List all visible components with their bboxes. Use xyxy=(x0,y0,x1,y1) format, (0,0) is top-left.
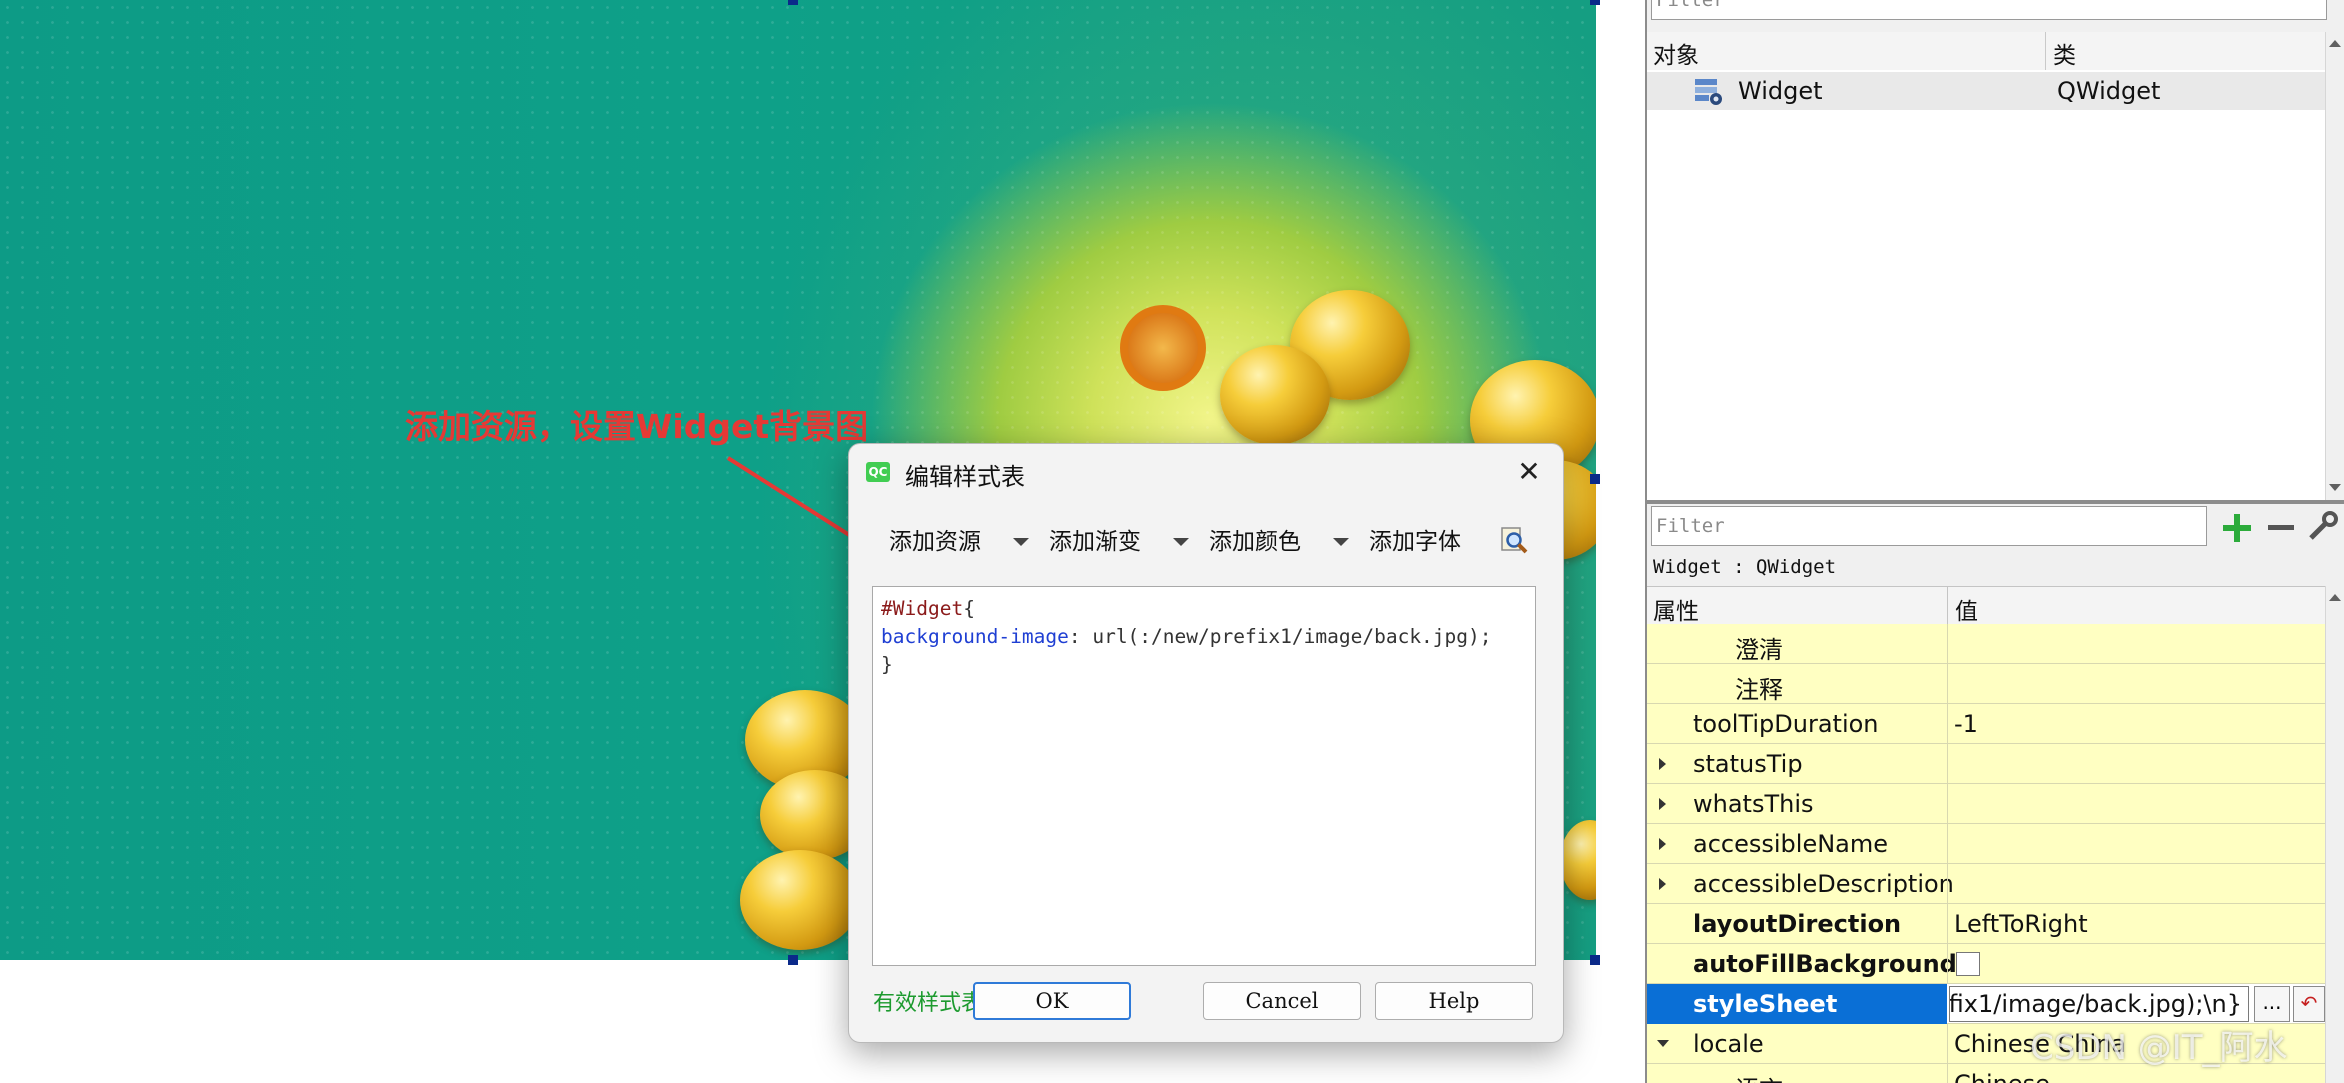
property-name: layoutDirection xyxy=(1693,910,1902,938)
add-resource-button[interactable]: 添加资源 xyxy=(889,522,981,562)
property-name: locale xyxy=(1693,1030,1764,1058)
panel-divider[interactable] xyxy=(1647,500,2344,504)
remove-property-icon[interactable] xyxy=(2263,510,2297,544)
dialog-title: 编辑样式表 xyxy=(905,463,1025,491)
expand-arrow-icon[interactable] xyxy=(1659,798,1666,810)
stylesheet-editor[interactable]: #Widget{ background-image: url(:/new/pre… xyxy=(872,586,1536,966)
scroll-up-icon[interactable] xyxy=(2329,594,2341,601)
auto-fill-checkbox[interactable] xyxy=(1956,952,1980,976)
property-row-selected[interactable]: styleSheet refix1/image/back.jpg);\n} ..… xyxy=(1647,984,2327,1024)
add-gradient-button[interactable]: 添加渐变 xyxy=(1049,522,1141,562)
property-value[interactable]: LeftToRight xyxy=(1954,910,2088,938)
collapse-arrow-icon[interactable] xyxy=(1657,1040,1669,1047)
stylesheet-dialog: QC 编辑样式表 ✕ 添加资源 添加渐变 添加颜色 添加字体 #Widget{ … xyxy=(848,443,1564,1043)
add-font-button[interactable]: 添加字体 xyxy=(1369,522,1461,562)
column-object[interactable]: 对象 xyxy=(1653,36,1699,70)
chevron-down-icon[interactable] xyxy=(1333,538,1349,546)
object-scrollbar[interactable] xyxy=(2325,32,2344,500)
property-value[interactable]: Chinese xyxy=(1954,1070,2050,1083)
scroll-up-icon[interactable] xyxy=(2329,40,2341,47)
property-name: 语言 xyxy=(1735,1070,1783,1083)
property-filter-input[interactable]: Filter xyxy=(1651,506,2207,546)
property-name: 澄清 xyxy=(1735,636,1783,664)
object-tree: Widget QWidget xyxy=(1647,70,2327,502)
property-caption: Widget : QWidget xyxy=(1653,556,1837,578)
add-property-icon[interactable] xyxy=(2219,510,2253,544)
property-list: 澄清 注释 toolTipDuration -1 statusTip whats… xyxy=(1647,624,2327,1083)
cancel-button[interactable]: Cancel xyxy=(1203,982,1361,1020)
code-property: background-image xyxy=(881,625,1069,648)
expand-arrow-icon[interactable] xyxy=(1659,838,1666,850)
stylesheet-value-field[interactable]: refix1/image/back.jpg);\n} xyxy=(1949,986,2249,1022)
property-row[interactable]: accessibleDescription xyxy=(1647,864,2327,904)
property-header: 属性 值 xyxy=(1647,586,2327,626)
valid-stylesheet-label: 有效样式表 xyxy=(873,991,984,1016)
object-class: QWidget xyxy=(2057,77,2161,105)
qt-creator-icon: QC xyxy=(866,462,890,482)
code-close-brace: } xyxy=(881,653,893,676)
property-row[interactable]: toolTipDuration -1 xyxy=(1647,704,2327,744)
right-panel: Filter 对象 类 Widget QWidget Filter Widget… xyxy=(1645,0,2344,1083)
property-row[interactable]: statusTip xyxy=(1647,744,2327,784)
help-button[interactable]: Help xyxy=(1375,982,1533,1020)
code-open-brace: { xyxy=(963,597,975,620)
property-name: whatsThis xyxy=(1693,790,1814,818)
object-name: Widget xyxy=(1738,77,1823,105)
expand-arrow-icon[interactable] xyxy=(1659,878,1666,890)
magnifier-icon[interactable] xyxy=(1499,526,1529,556)
wrench-icon[interactable] xyxy=(2305,510,2339,544)
property-row[interactable]: autoFillBackground xyxy=(1647,944,2327,984)
column-class[interactable]: 类 xyxy=(2053,36,2076,70)
ok-button[interactable]: OK xyxy=(973,982,1131,1020)
widget-icon xyxy=(1695,79,1722,105)
scroll-down-icon[interactable] xyxy=(2329,484,2341,491)
chevron-down-icon[interactable] xyxy=(1173,538,1189,546)
property-row[interactable]: 注释 xyxy=(1647,664,2327,704)
property-name: 注释 xyxy=(1735,676,1783,704)
close-icon[interactable]: ✕ xyxy=(1509,452,1549,492)
add-color-button[interactable]: 添加颜色 xyxy=(1209,522,1301,562)
property-name: styleSheet xyxy=(1693,990,1838,1018)
property-scrollbar[interactable] xyxy=(2325,586,2344,1083)
property-row[interactable]: 澄清 xyxy=(1647,624,2327,664)
code-selector: #Widget xyxy=(881,597,964,620)
reset-icon[interactable]: ↶ xyxy=(2293,986,2325,1022)
column-divider xyxy=(1947,587,1948,625)
code-value: url(:/new/prefix1/image/back.jpg); xyxy=(1080,625,1492,648)
column-value[interactable]: 值 xyxy=(1955,592,1978,626)
property-row[interactable]: layoutDirection LeftToRight xyxy=(1647,904,2327,944)
edit-stylesheet-button[interactable]: ... xyxy=(2254,986,2290,1022)
property-row[interactable]: accessibleName xyxy=(1647,824,2327,864)
column-property[interactable]: 属性 xyxy=(1653,592,1699,626)
watermark: CSDN @IT_阿水 xyxy=(2030,1028,2288,1068)
property-value[interactable]: -1 xyxy=(1954,710,1978,738)
chevron-down-icon[interactable] xyxy=(1013,538,1029,546)
property-name: statusTip xyxy=(1693,750,1803,778)
property-value: refix1/image/back.jpg);\n} xyxy=(1949,990,2242,1018)
column-divider xyxy=(2045,32,2046,70)
dialog-title-bar[interactable]: QC 编辑样式表 ✕ xyxy=(849,444,1563,500)
property-name: autoFillBackground xyxy=(1693,950,1957,978)
property-name: toolTipDuration xyxy=(1693,710,1879,738)
code-colon: : xyxy=(1068,625,1081,648)
property-row[interactable]: whatsThis xyxy=(1647,784,2327,824)
property-name: accessibleDescription xyxy=(1693,870,1954,898)
property-name: accessibleName xyxy=(1693,830,1889,858)
object-inspector-header: 对象 类 xyxy=(1647,32,2327,71)
object-row-widget[interactable]: Widget QWidget xyxy=(1647,72,2327,110)
object-filter-input[interactable]: Filter xyxy=(1651,0,2327,20)
expand-arrow-icon[interactable] xyxy=(1659,758,1666,770)
